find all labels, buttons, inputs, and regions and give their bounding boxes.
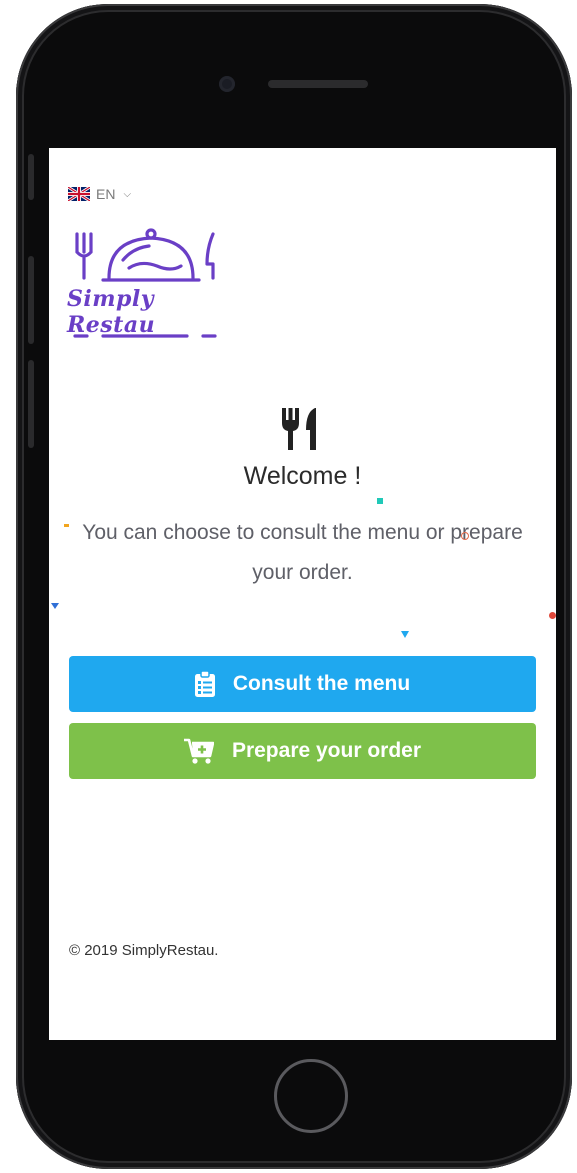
confetti-piece <box>401 631 409 638</box>
language-code: EN <box>96 186 116 202</box>
prepare-order-label: Prepare your order <box>231 739 422 762</box>
confetti-piece <box>64 524 69 527</box>
welcome-intro: You can choose to consult the menu or pr… <box>82 521 523 584</box>
confetti-piece <box>377 498 383 504</box>
prepare-order-button[interactable]: Prepare your order <box>69 723 536 779</box>
confetti-piece <box>549 612 556 619</box>
confetti-piece <box>51 603 59 609</box>
welcome-title: Welcome ! <box>243 462 362 490</box>
logo-text: Simply Restau <box>67 286 156 338</box>
confetti-piece <box>461 532 469 540</box>
consult-menu-label: Consult the menu <box>232 672 411 695</box>
front-camera <box>219 76 235 92</box>
uk-flag-icon <box>68 187 90 201</box>
cart-plus-icon <box>183 738 214 764</box>
clipboard-list-icon <box>194 671 215 697</box>
language-selector[interactable]: EN ⌵ <box>68 186 131 202</box>
cutlery-icon <box>282 408 316 450</box>
earpiece-speaker <box>268 80 368 88</box>
home-button[interactable] <box>274 1059 348 1133</box>
app-screen: EN ⌵ Simply Restau Welcome ! You can cho… <box>49 148 556 1040</box>
volume-down-button <box>28 360 34 448</box>
copyright-footer: © 2019 SimplyRestau. <box>69 942 219 959</box>
chevron-down-icon: ⌵ <box>123 188 132 200</box>
brand-logo: Simply Restau <box>67 226 232 344</box>
volume-up-button <box>28 256 34 344</box>
mute-switch <box>28 154 34 200</box>
consult-menu-button[interactable]: Consult the menu <box>69 656 536 712</box>
